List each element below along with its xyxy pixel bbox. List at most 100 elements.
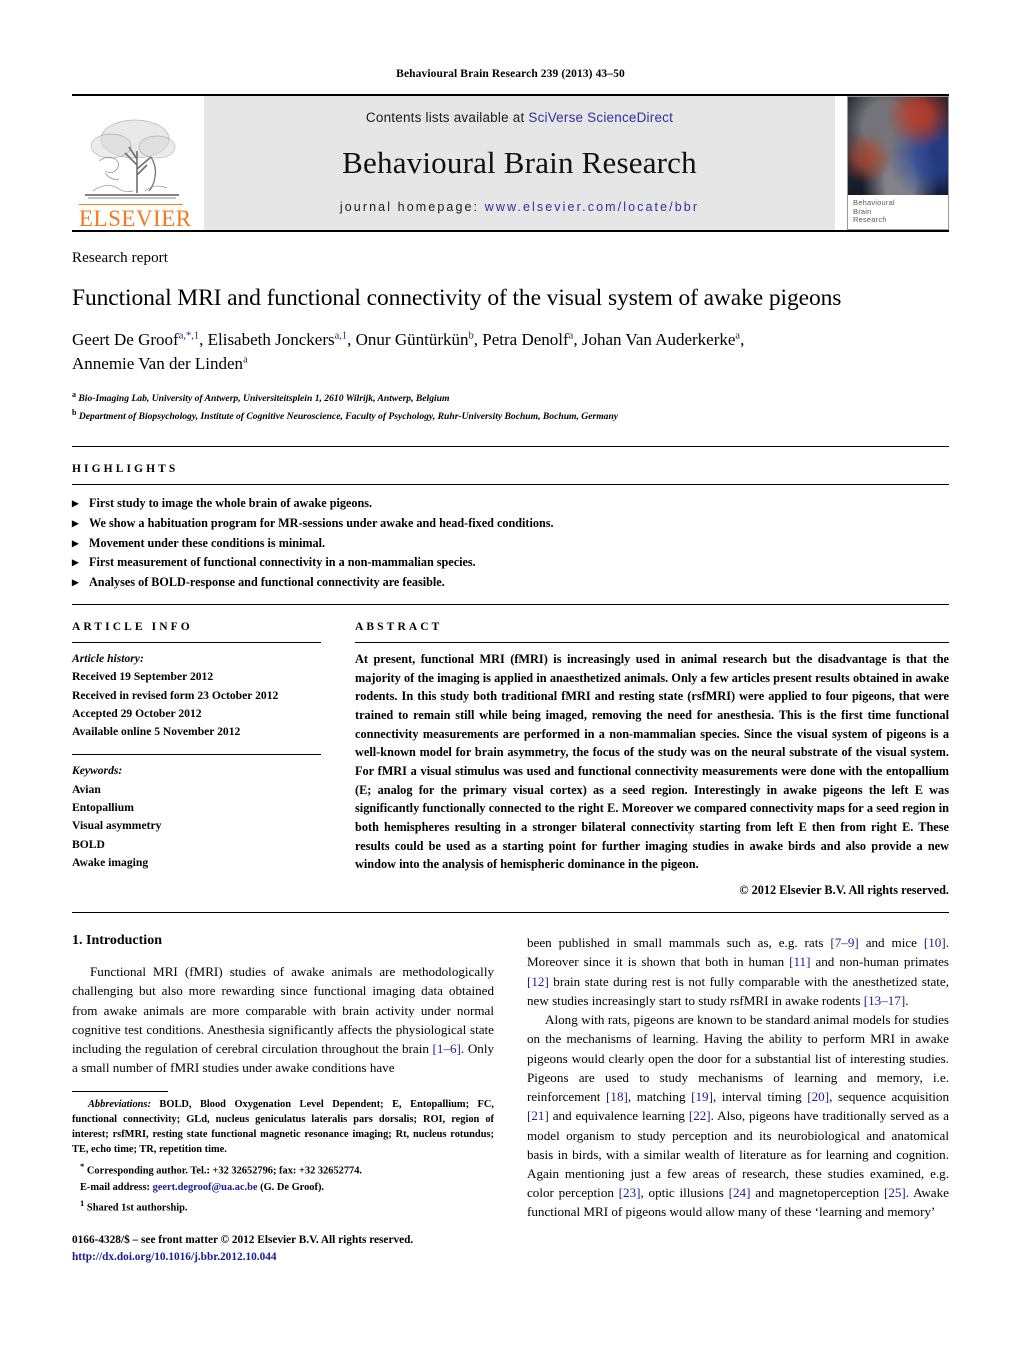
email-note: E-mail address: geert.degroof@ua.ac.be (… (72, 1180, 494, 1195)
affiliation-b-text: Department of Biopsychology, Institute o… (78, 410, 619, 422)
intro-p1-text1: Functional MRI (fMRI) studies of awake a… (72, 964, 494, 1057)
cover-caption-line3: Research (853, 215, 887, 225)
intro-p2-text4: , sequence acquisition (829, 1089, 950, 1105)
intro-p2-text2: , matching (627, 1089, 692, 1105)
section-heading-introduction: 1. Introduction (72, 933, 162, 949)
article-info-heading: ARTICLE INFO (72, 620, 193, 633)
author-5-name: , Johan Van Auderkerke (573, 329, 736, 349)
abstract-text: At present, functional MRI (fMRI) is inc… (355, 651, 949, 872)
highlights-rule (72, 484, 949, 486)
cover-caption: Behavioural Brain Research (848, 194, 948, 229)
affiliation-a: a Bio-Imaging Lab, University of Antwerp… (72, 389, 949, 407)
affiliation-b: b Department of Biopsychology, Institute… (72, 407, 949, 425)
corresponding-author-note: * Corresponding author. Tel.: +32 326527… (72, 1160, 494, 1179)
intro-p2-text7: , optic illusions (640, 1185, 729, 1201)
email-label: E-mail address: (80, 1182, 150, 1194)
citation-ref[interactable]: [25] (884, 1185, 906, 1200)
journal-band: Contents lists available at SciVerse Sci… (204, 96, 835, 230)
article-info-column: ARTICLE INFO Article history: Received 1… (72, 605, 355, 898)
list-item: Movement under these conditions is minim… (72, 534, 949, 554)
history-item: Received 19 September 2012 (72, 670, 214, 684)
list-item: First measurement of functional connecti… (72, 553, 949, 573)
footnotes-region: Abbreviations: BOLD, Blood Oxygenation L… (72, 1090, 494, 1266)
citation-ref[interactable]: [24] (729, 1185, 751, 1200)
author-4-name: , Petra Denolf (473, 329, 569, 349)
sciencedirect-link[interactable]: SciVerse ScienceDirect (528, 110, 673, 125)
abbreviations-label: Abbreviations: (88, 1098, 151, 1110)
shared-text: Shared 1st authorship. (84, 1202, 188, 1214)
keywords-block: Keywords: Avian Entopallium Visual asymm… (72, 762, 321, 872)
history-item: Accepted 29 October 2012 (72, 706, 202, 720)
journal-masthead: ELSEVIER Contents lists available at Sci… (72, 94, 949, 230)
keyword-item: Avian (72, 782, 101, 796)
doi-link[interactable]: http://dx.doi.org/10.1016/j.bbr.2012.10.… (72, 1249, 494, 1266)
contents-available-line: Contents lists available at SciVerse Sci… (366, 110, 673, 125)
author-2-name: , Elisabeth Jonckers (199, 329, 335, 349)
journal-homepage-link[interactable]: www.elsevier.com/locate/bbr (485, 200, 699, 214)
citation-ref[interactable]: [10] (924, 935, 946, 950)
issn-line: 0166-4328/$ – see front matter © 2012 El… (72, 1234, 414, 1247)
running-head: Behavioural Brain Research 239 (2013) 43… (396, 68, 625, 80)
footnote-divider (72, 1090, 168, 1092)
citation-ref[interactable]: [21] (527, 1108, 549, 1123)
article-history-label: Article history: (72, 651, 144, 665)
keyword-item: Visual asymmetry (72, 819, 162, 833)
keyword-item: BOLD (72, 837, 105, 851)
affiliation-a-text: Bio-Imaging Lab, University of Antwerp, … (78, 393, 450, 405)
history-item: Available online 5 November 2012 (72, 725, 241, 739)
citation-ref[interactable]: [13–17] (864, 993, 905, 1008)
abstract-bottom-rule (72, 912, 949, 914)
citation-ref[interactable]: [1–6] (433, 1041, 461, 1056)
body-column-left: 1. Introduction Functional MRI (fMRI) st… (72, 933, 494, 1266)
intro-p1-text2: been published in small mammals such as,… (527, 935, 831, 951)
intro-paragraph-1: Functional MRI (fMRI) studies of awake a… (72, 962, 494, 1077)
elsevier-logo: ELSEVIER (72, 96, 191, 230)
author-6-marker: a (243, 354, 248, 366)
contents-prefix: Contents lists available at (365, 110, 529, 125)
intro-p2-text5: and equivalence learning (548, 1108, 689, 1124)
highlights-list: First study to image the whole brain of … (72, 494, 949, 593)
copyright-line: © 2012 Elsevier B.V. All rights reserved… (739, 883, 949, 898)
keywords-label: Keywords: (72, 764, 123, 778)
article-info-rule (72, 641, 321, 643)
keyword-item: Entopallium (72, 801, 134, 815)
author-6-name: Annemie Van der Linden (72, 354, 244, 374)
citation-ref[interactable]: [11] (789, 954, 810, 969)
author-3-name: , Onur Güntürkün (347, 329, 469, 349)
highlights-top-rule (72, 446, 949, 448)
author-1-marker: a,*,1 (178, 330, 200, 341)
citation-ref[interactable]: [20] (807, 1089, 829, 1104)
shared-authorship-note: 1 Shared 1st authorship. (72, 1197, 494, 1216)
intro-p2-text8: and magnetoperception (750, 1185, 884, 1201)
author-2-marker: a,1 (334, 330, 348, 341)
author-1-name: Geert De Groof (72, 329, 179, 349)
journal-homepage-line: journal homepage: www.elsevier.com/locat… (340, 200, 699, 214)
keyword-item: Awake imaging (72, 856, 149, 870)
page-title: Functional MRI and functional connectivi… (72, 285, 842, 311)
author-separator: , (740, 329, 745, 349)
citation-ref[interactable]: [7–9] (830, 935, 858, 950)
citation-ref[interactable]: [22] (689, 1108, 711, 1123)
list-item: Analyses of BOLD-response and functional… (72, 573, 949, 593)
list-item: We show a habituation program for MR-ses… (72, 514, 949, 534)
affiliation-b-marker: b (72, 407, 77, 417)
intro-paragraph-2: Along with rats, pigeons are known to be… (527, 1010, 949, 1222)
homepage-prefix: journal homepage: (339, 200, 485, 214)
masthead-bottom-rule (72, 230, 949, 232)
citation-ref[interactable]: [18] (606, 1089, 628, 1104)
intro-paragraph-1-cont: been published in small mammals such as,… (527, 933, 949, 1010)
abstract-heading: ABSTRACT (355, 620, 443, 633)
info-abstract-region: ARTICLE INFO Article history: Received 1… (72, 603, 949, 898)
issn-block: 0166-4328/$ – see front matter © 2012 El… (72, 1232, 494, 1266)
history-item: Received in revised form 23 October 2012 (72, 688, 279, 702)
highlights-heading: HIGHLIGHTS (72, 463, 179, 476)
citation-ref[interactable]: [23] (619, 1185, 641, 1200)
email-link[interactable]: geert.degroof@ua.ac.be (153, 1182, 258, 1193)
author-list: Geert De Groofa,*,1, Elisabeth Jonckersa… (72, 328, 949, 377)
citation-ref[interactable]: [19] (691, 1089, 713, 1104)
article-page: Behavioural Brain Research 239 (2013) 43… (0, 0, 1021, 1351)
journal-title: Behavioural Brain Research (342, 144, 697, 180)
citation-ref[interactable]: [12] (527, 974, 549, 989)
body-columns: 1. Introduction Functional MRI (fMRI) st… (72, 933, 949, 1266)
